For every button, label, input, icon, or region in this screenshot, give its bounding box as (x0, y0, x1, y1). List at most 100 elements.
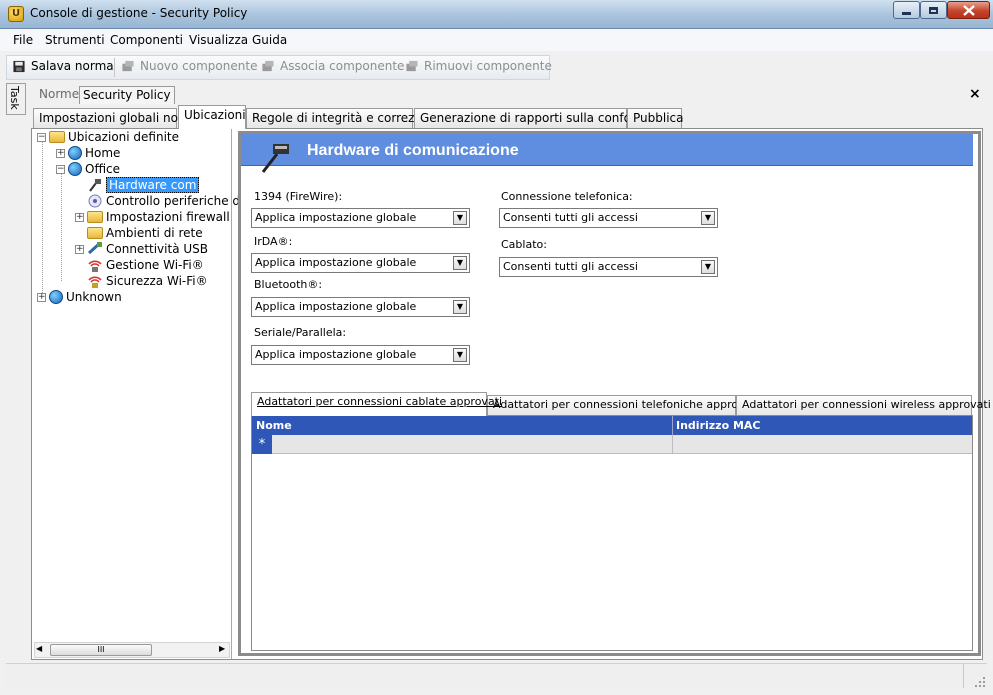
bluetooth-select[interactable]: Applica impostazione globale ▼ (251, 297, 470, 317)
save-policy-button[interactable]: Salava norma (12, 59, 114, 73)
column-header-nome[interactable]: Nome (256, 419, 292, 432)
tab-regole-integrita[interactable]: Regole di integrità e correzione (246, 108, 440, 128)
grid-new-row[interactable] (252, 435, 972, 454)
new-component-button[interactable]: Nuovo componente (121, 59, 257, 73)
component-link-icon (262, 60, 274, 71)
floppy-disk-icon (13, 60, 25, 72)
collapse-icon[interactable]: − (37, 132, 46, 142)
tree-label: Impostazioni firewall (106, 210, 230, 224)
firewire-value: Applica impostazione globale (255, 211, 417, 224)
maximize-button[interactable] (920, 1, 947, 19)
wired-value: Consenti tutti gli accessi (503, 260, 638, 273)
menu-guida[interactable]: Guida (252, 33, 287, 47)
tree-node-home[interactable]: + Home (56, 145, 120, 161)
irda-select[interactable]: Applica impostazione globale ▼ (251, 253, 470, 273)
globe-network-icon (68, 162, 82, 176)
wifi-security-icon (88, 276, 102, 288)
tab-rapporti-conformita[interactable]: Generazione di rapporti sulla conformità (414, 108, 663, 128)
irda-label: IrDA®: (254, 235, 293, 248)
tree-label: Unknown (66, 290, 122, 304)
folder-icon (87, 211, 103, 223)
collapse-icon[interactable]: − (56, 164, 65, 174)
tree-label: Connettività USB (106, 242, 208, 256)
tab-wireless-adapters[interactable]: Adattatori per connessioni wireless appr… (736, 395, 991, 415)
menu-strumenti[interactable]: Strumenti (45, 33, 105, 47)
tree-node-gestione-wifi[interactable]: Gestione Wi-Fi® (87, 257, 204, 273)
wired-select[interactable]: Consenti tutti gli accessi ▼ (499, 257, 718, 277)
cable-plug-icon (89, 179, 101, 192)
dropdown-arrow-icon[interactable]: ▼ (453, 300, 467, 314)
dropdown-arrow-icon[interactable]: ▼ (453, 348, 467, 362)
expand-icon[interactable]: + (75, 212, 84, 222)
remove-component-button[interactable]: Rimuovi componente (405, 59, 552, 73)
wifi-management-icon (88, 260, 102, 272)
expand-icon[interactable]: + (75, 244, 84, 254)
minimize-button[interactable] (893, 1, 920, 19)
tree-node-hardware-com[interactable]: Hardware com (87, 177, 200, 193)
expand-icon[interactable]: + (37, 292, 46, 302)
maximize-icon (929, 6, 938, 14)
scroll-left-icon[interactable]: ◀ (36, 644, 42, 653)
dropdown-arrow-icon[interactable]: ▼ (701, 260, 715, 274)
usb-icon (87, 242, 102, 255)
tab-ubicazioni[interactable]: Ubicazioni (178, 105, 246, 129)
scroll-right-icon[interactable]: ▶ (219, 644, 225, 653)
tree-line (42, 141, 44, 297)
tree-node-sicurezza-wifi[interactable]: Sicurezza Wi-Fi® (87, 273, 208, 289)
tab-dialup-adapters[interactable]: Adattatori per connessioni telefoniche a… (487, 395, 759, 415)
component-add-icon (122, 60, 134, 71)
doc-tab-norme[interactable]: Norme (36, 86, 82, 104)
dropdown-arrow-icon[interactable]: ▼ (453, 256, 467, 270)
toolbar-separator (114, 58, 115, 77)
tree-node-ambienti-rete[interactable]: Ambienti di rete (87, 225, 203, 241)
column-header-mac[interactable]: Indirizzo MAC (676, 419, 761, 432)
serial-label: Seriale/Parallela: (254, 326, 347, 339)
close-icon (962, 4, 975, 16)
dialup-select[interactable]: Consenti tutti gli accessi ▼ (499, 208, 718, 228)
tab-impostazioni-globali[interactable]: Impostazioni globali norme (33, 108, 202, 128)
communication-hardware-icon (261, 144, 289, 173)
tree-node-controllo-periferiche[interactable]: Controllo periferiche di (87, 193, 243, 209)
new-row-marker-icon: * (252, 435, 272, 454)
grid-header (252, 416, 972, 435)
dropdown-arrow-icon[interactable]: ▼ (701, 211, 715, 225)
section-title: Hardware di comunicazione (307, 142, 519, 159)
dialup-label: Connessione telefonica: (501, 190, 633, 203)
firewire-label: 1394 (FireWire): (254, 190, 343, 203)
menu-visualizza[interactable]: Visualizza (189, 33, 248, 47)
tree-node-unknown[interactable]: + Unknown (37, 289, 122, 305)
status-divider (963, 664, 964, 688)
serial-select[interactable]: Applica impostazione globale ▼ (251, 345, 470, 365)
tab-pubblica[interactable]: Pubblica (627, 108, 683, 128)
tree-node-office[interactable]: − Office (56, 161, 120, 177)
globe-network-icon (68, 146, 82, 160)
serial-value: Applica impostazione globale (255, 348, 417, 361)
tree-label: Home (85, 146, 121, 160)
close-document-button[interactable]: × (969, 86, 981, 102)
menu-file[interactable]: File (13, 33, 33, 47)
bluetooth-value: Applica impostazione globale (255, 300, 417, 313)
close-window-button[interactable] (947, 1, 990, 19)
menu-componenti[interactable]: Componenti (110, 33, 183, 47)
device-control-icon (88, 194, 102, 208)
resize-grip-icon[interactable] (974, 676, 986, 688)
associate-component-button[interactable]: Associa componente (261, 59, 404, 73)
dropdown-arrow-icon[interactable]: ▼ (453, 211, 467, 225)
tree-line (61, 173, 63, 281)
tree-node-impostazioni-firewall[interactable]: + Impostazioni firewall (75, 209, 230, 225)
associate-component-label: Associa componente (280, 59, 405, 73)
firewire-select[interactable]: Applica impostazione globale ▼ (251, 208, 470, 228)
remove-component-label: Rimuovi componente (424, 59, 552, 73)
scroll-thumb[interactable]: III (50, 644, 152, 656)
doc-tab-security-policy[interactable]: Security Policy (79, 86, 175, 104)
tree-label: Gestione Wi-Fi® (106, 258, 204, 272)
expand-icon[interactable]: + (56, 148, 65, 158)
tree-node-ubicazioni-definite[interactable]: − Ubicazioni definite (37, 129, 179, 145)
save-policy-label: Salava norma (31, 59, 114, 73)
tab-wired-adapters[interactable]: Adattatori per connessioni cablate appro… (251, 392, 502, 416)
bluetooth-label: Bluetooth®: (254, 278, 323, 291)
tree-node-connettivita-usb[interactable]: + Connettività USB (75, 241, 208, 257)
folder-open-icon (49, 131, 65, 143)
tree-label: Sicurezza Wi-Fi® (106, 274, 208, 288)
globe-network-icon (49, 290, 63, 304)
